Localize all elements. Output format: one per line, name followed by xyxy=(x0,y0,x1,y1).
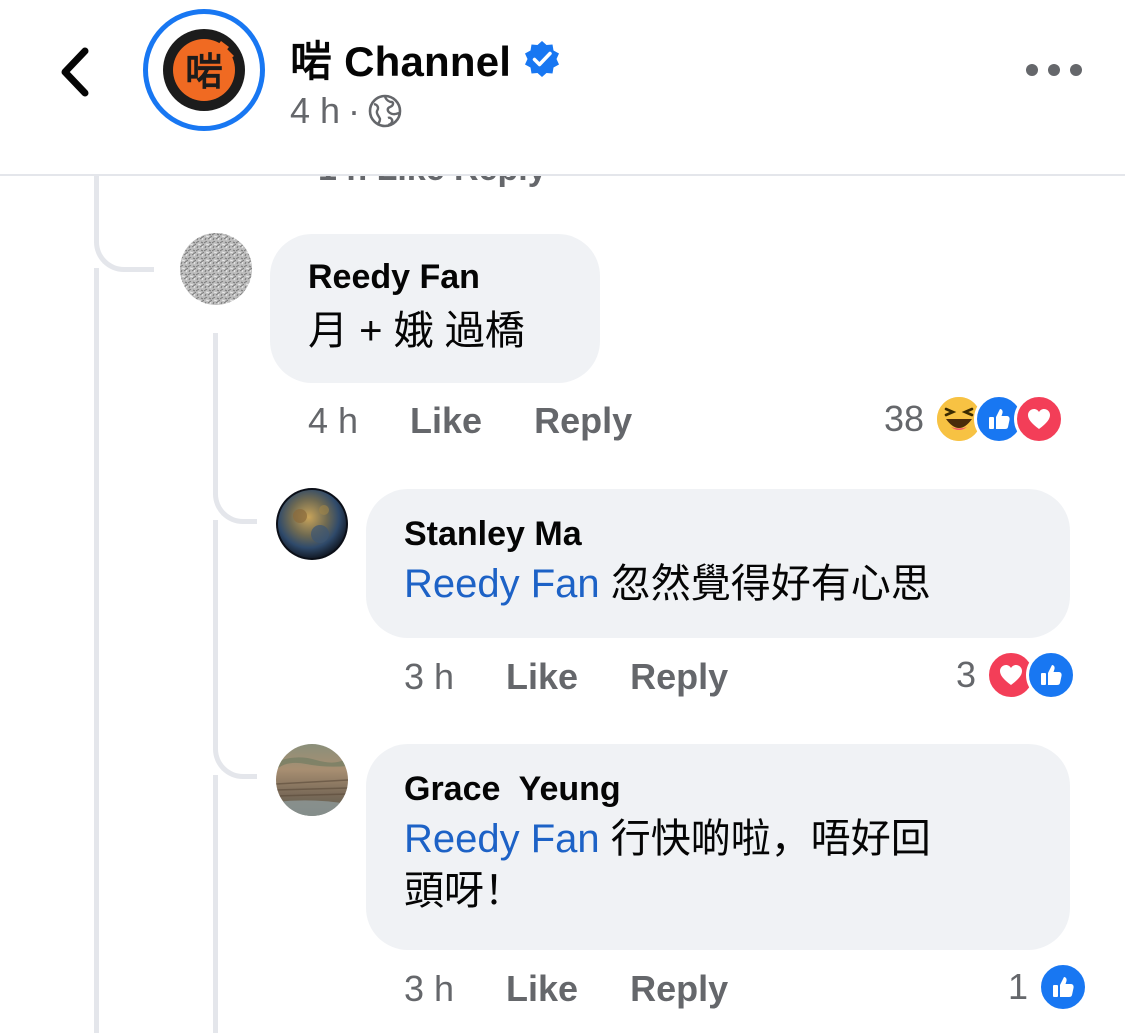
reply-button[interactable]: Reply xyxy=(630,656,728,698)
thread-line-main xyxy=(94,176,99,226)
reaction-summary[interactable]: 1 xyxy=(1008,962,1089,1012)
comment-bubble[interactable]: Grace Yeung Reedy Fan 行快啲啦，唔好回 頭呀！ xyxy=(366,744,1070,950)
comment-bubble[interactable]: Stanley Ma Reedy Fan 忽然覺得好有心思 xyxy=(366,489,1070,638)
comment-text-content: 忽然覺得好有心思 xyxy=(610,562,931,606)
more-options-button[interactable] xyxy=(1026,55,1082,85)
thread-line-main xyxy=(94,268,99,1033)
comment-text: Reedy Fan 忽然覺得好有心思 xyxy=(404,558,1070,610)
thread-line-reply xyxy=(213,520,218,750)
more-dot-icon xyxy=(1048,64,1060,76)
reply-button[interactable]: Reply xyxy=(630,968,728,1010)
reaction-count: 1 xyxy=(1008,966,1029,1007)
comment-author[interactable]: Reedy Fan xyxy=(308,258,600,297)
globe-icon xyxy=(368,94,402,128)
chevron-left-icon xyxy=(61,47,89,97)
thread-connector xyxy=(213,725,257,779)
like-button[interactable]: Like xyxy=(410,400,482,442)
thread-line-reply xyxy=(213,775,218,1033)
comment-author[interactable]: Grace Yeung xyxy=(404,770,1070,809)
love-reaction-icon xyxy=(1014,394,1065,444)
comment-text-content: 行快啲啦，唔好回 xyxy=(610,817,931,861)
avatar[interactable] xyxy=(180,233,252,305)
reaction-count: 3 xyxy=(956,654,977,695)
comment-bubble[interactable]: Reedy Fan 月 + 娥 過橋 xyxy=(270,234,600,383)
comment-time[interactable]: 4 h xyxy=(308,400,358,442)
comment-text: Reedy Fan 行快啲啦，唔好回 頭呀！ xyxy=(404,813,1070,917)
like-button[interactable]: Like xyxy=(506,656,578,698)
back-button[interactable] xyxy=(46,40,102,104)
mention-link[interactable]: Reedy Fan xyxy=(404,562,600,606)
svg-text:啱: 啱 xyxy=(185,50,223,94)
avatar[interactable] xyxy=(276,744,348,816)
avatar-grace-yeung-icon xyxy=(276,744,348,816)
comment-time[interactable]: 3 h xyxy=(404,968,454,1010)
mention-link[interactable]: Reedy Fan xyxy=(404,817,600,861)
reaction-count: 38 xyxy=(884,398,925,439)
reply-button[interactable]: Reply xyxy=(534,400,632,442)
page-name[interactable]: 啱 Channel xyxy=(290,28,511,89)
thread-line-reply xyxy=(213,333,218,483)
header-divider xyxy=(0,174,1125,176)
avatar-stanley-ma-icon xyxy=(276,488,348,560)
reaction-summary[interactable]: 3 xyxy=(956,650,1077,700)
avatar-reedy-fan-icon xyxy=(180,233,252,305)
channel-logo-icon: 啱 xyxy=(163,29,245,111)
avatar[interactable] xyxy=(276,488,348,560)
comment-author[interactable]: Stanley Ma xyxy=(404,515,1070,554)
like-reaction-icon xyxy=(1038,962,1089,1012)
comment-time[interactable]: 3 h xyxy=(404,656,454,698)
meta-separator: · xyxy=(348,90,361,131)
more-dot-icon xyxy=(1070,64,1082,76)
thread-connector xyxy=(213,470,257,524)
more-dot-icon xyxy=(1026,64,1038,76)
page-avatar[interactable]: 啱 xyxy=(143,9,265,131)
like-reaction-icon xyxy=(1026,650,1077,700)
verified-badge-icon xyxy=(525,40,560,77)
post-header: 啱 啱 Channel 4 h · xyxy=(0,0,1125,174)
reaction-summary[interactable]: 38 xyxy=(884,394,1065,444)
like-button[interactable]: Like xyxy=(506,968,578,1010)
comment-text-content: 頭呀！ xyxy=(404,869,524,913)
post-time[interactable]: 4 h xyxy=(290,90,340,132)
comment-text: 月 + 娥 過橋 xyxy=(308,309,525,353)
thread-connector xyxy=(94,220,154,272)
